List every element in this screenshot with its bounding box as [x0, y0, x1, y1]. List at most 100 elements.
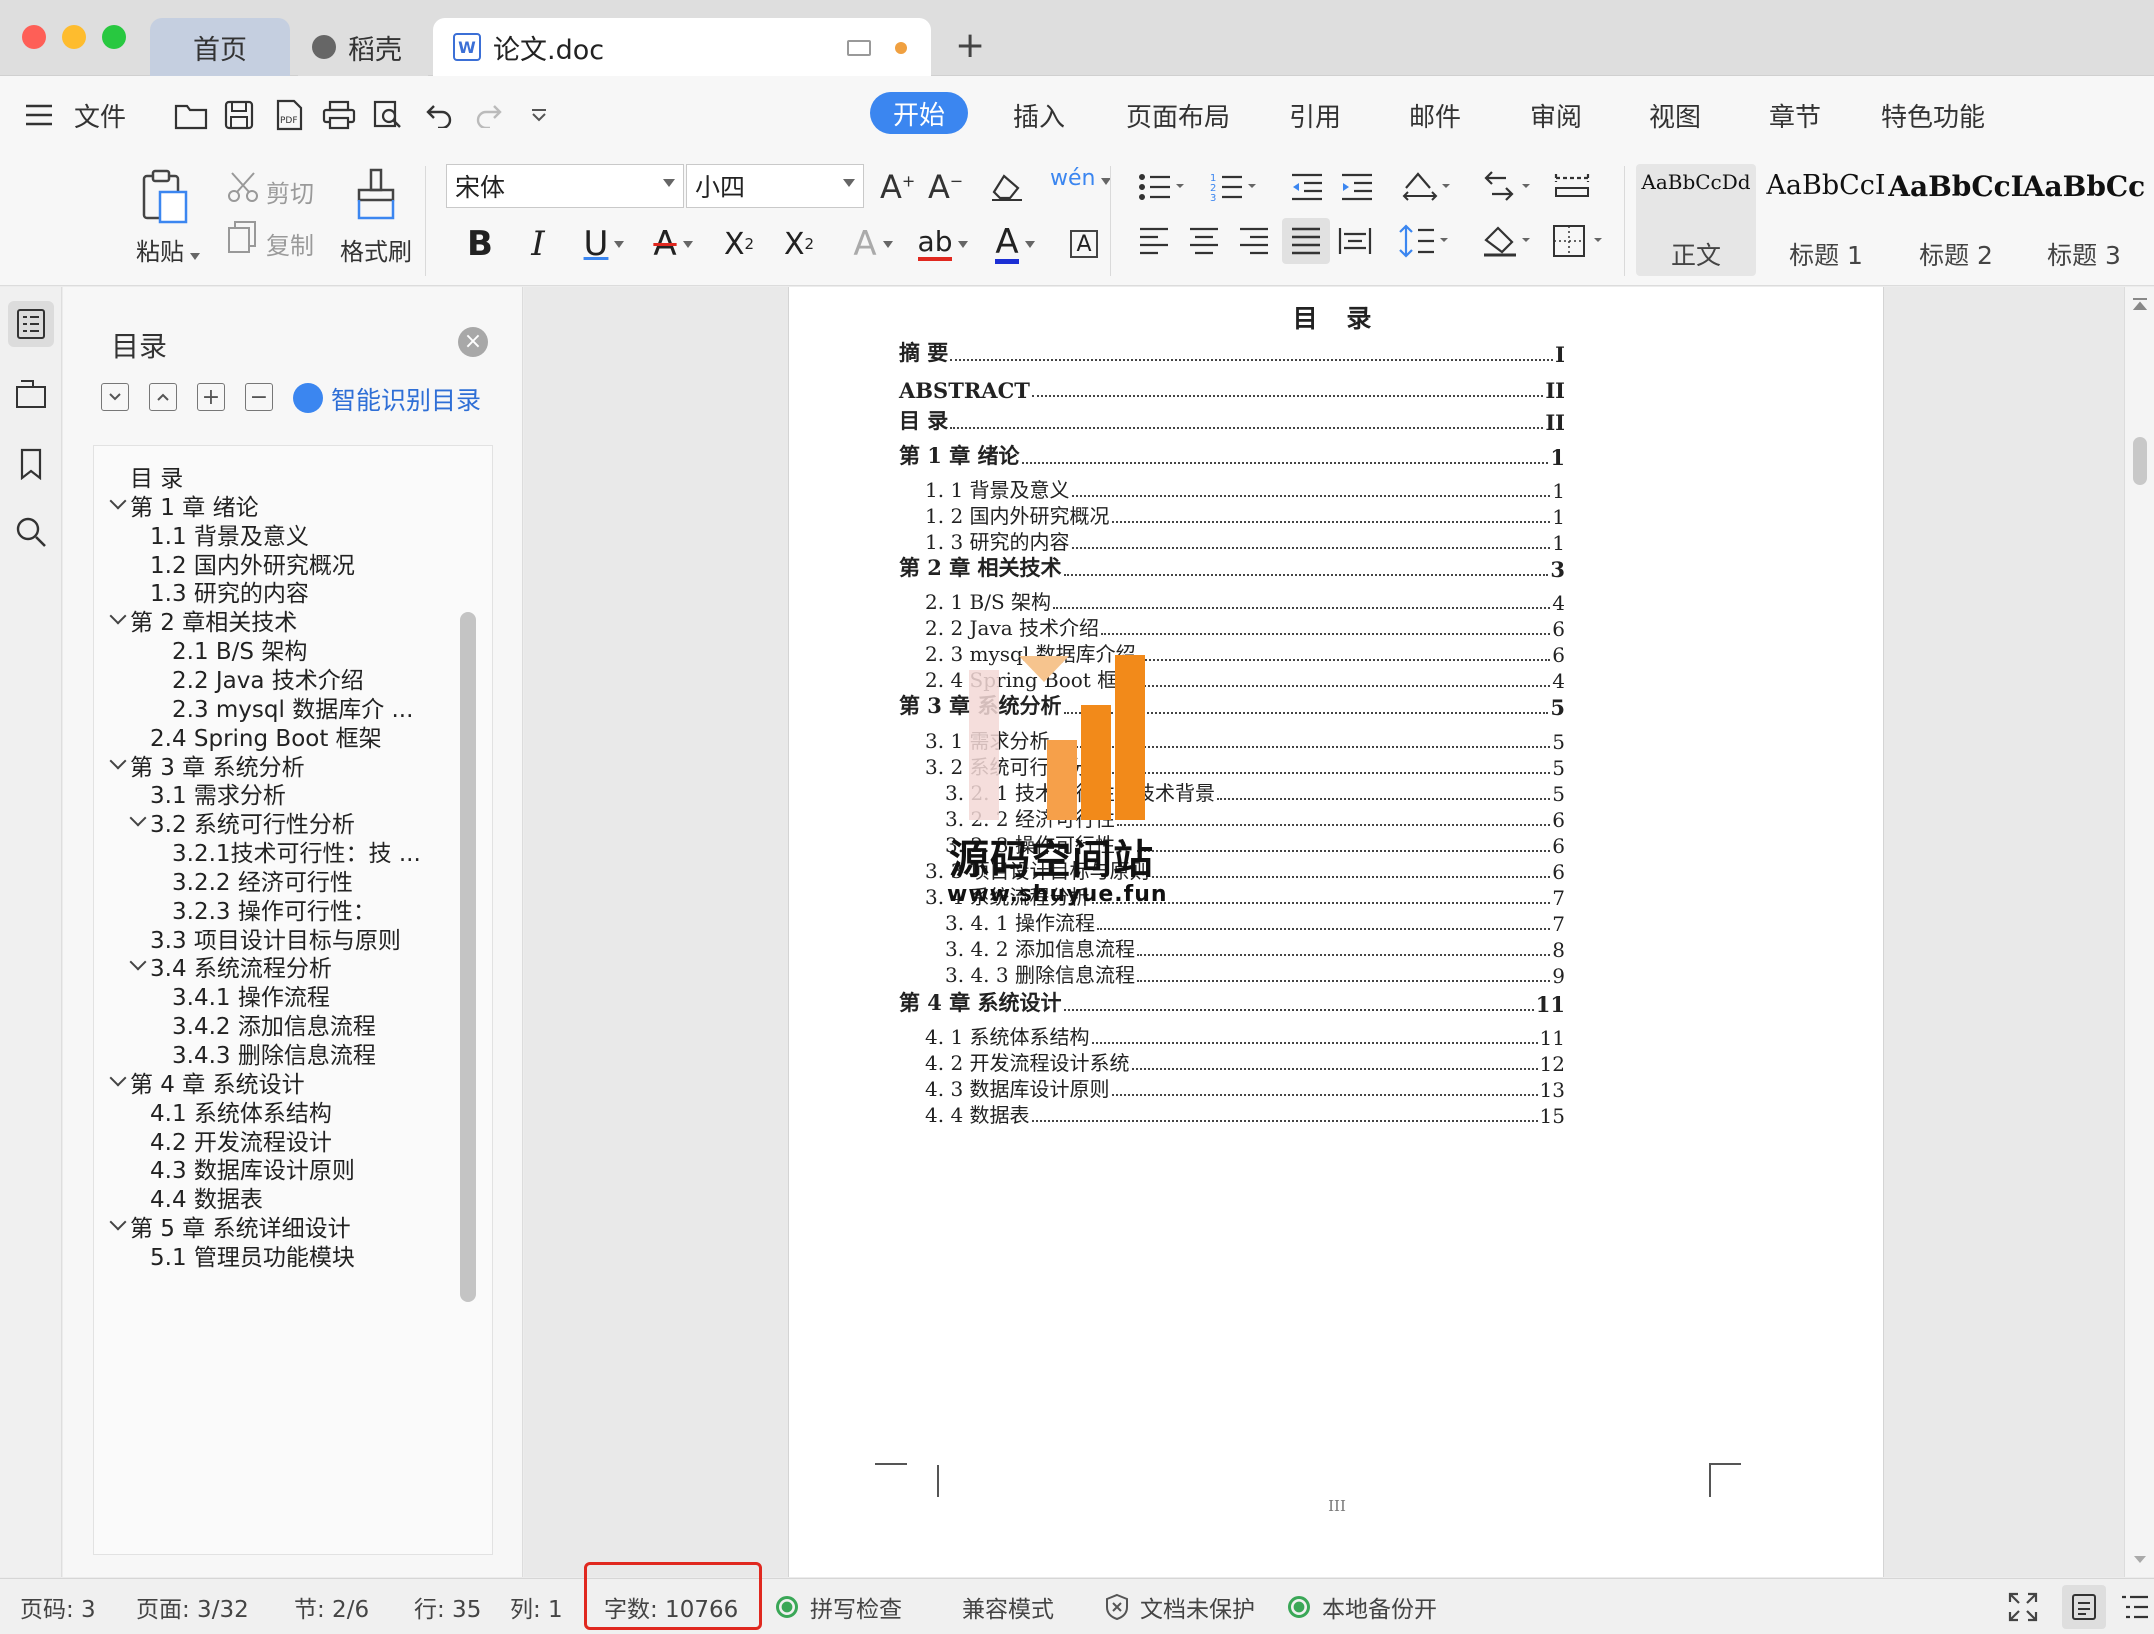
collapse-all-icon[interactable]	[149, 383, 177, 411]
chevron-down-icon[interactable]	[109, 607, 127, 625]
menu-review[interactable]: 审阅	[1530, 76, 1582, 154]
distributed-align-icon[interactable]	[1338, 226, 1372, 260]
line-spacing-icon[interactable]	[1398, 224, 1452, 262]
fullscreen-icon[interactable]	[2008, 1579, 2038, 1634]
toc-entry[interactable]: 1. 3 研究的内容 1	[925, 525, 1565, 555]
align-right-icon[interactable]	[1238, 226, 1270, 260]
justify-icon[interactable]	[1282, 218, 1330, 264]
toc-entry[interactable]: 目 录 II	[899, 405, 1565, 435]
copy-button[interactable]: 复制	[266, 226, 314, 261]
increase-indent-icon[interactable]	[1340, 172, 1374, 206]
customize-toolbar-icon[interactable]	[530, 76, 548, 154]
font-family-select[interactable]: 宋体	[446, 164, 684, 208]
chevron-down-icon[interactable]	[109, 1213, 127, 1231]
toc-entry[interactable]: 4. 4 数据表 15	[925, 1098, 1565, 1128]
style-heading-3[interactable]: AaBbCc 标题 3	[2023, 164, 2145, 276]
expand-all-icon[interactable]	[101, 383, 129, 411]
bookmark-icon[interactable]	[8, 441, 54, 487]
redo-icon[interactable]	[474, 76, 502, 154]
decrease-indent-icon[interactable]	[1290, 172, 1324, 206]
menu-special-features[interactable]: 特色功能	[1881, 76, 1985, 154]
status-page[interactable]: 页面: 3/32	[136, 1579, 249, 1634]
menu-start[interactable]: 开始	[870, 92, 968, 134]
borders-icon[interactable]	[1552, 224, 1606, 262]
scroll-down-icon[interactable]	[2133, 1549, 2147, 1563]
highlight-button[interactable]: ab	[912, 220, 974, 268]
style-heading-1[interactable]: AaBbCcI 标题 1	[1766, 164, 1886, 276]
font-size-select[interactable]: 小四	[686, 164, 864, 208]
remove-level-icon[interactable]: −	[245, 383, 273, 411]
shading-icon[interactable]	[1482, 224, 1534, 262]
close-icon[interactable]: ×	[458, 327, 488, 357]
minimize-window-button[interactable]	[62, 25, 86, 49]
clear-format-icon[interactable]	[990, 172, 1024, 206]
decrease-font-icon[interactable]: A−	[928, 168, 963, 206]
cut-button[interactable]: 剪切	[266, 174, 314, 209]
status-col[interactable]: 列: 1	[510, 1579, 563, 1634]
align-center-icon[interactable]	[1188, 226, 1220, 260]
screen-icon[interactable]	[847, 40, 871, 56]
hamburger-menu-icon[interactable]	[24, 76, 54, 154]
menu-view[interactable]: 视图	[1649, 76, 1701, 154]
protect-button[interactable]: 文档未保护	[1104, 1579, 1255, 1634]
text-direction-icon[interactable]	[1402, 170, 1452, 208]
toc-scrollbar[interactable]	[460, 612, 476, 1302]
font-color-button[interactable]: A	[986, 220, 1044, 268]
chapter-nav-icon[interactable]	[8, 371, 54, 417]
menu-file[interactable]: 文件	[74, 76, 126, 154]
page-view-icon[interactable]	[2062, 1585, 2106, 1629]
toc-tree-item[interactable]: 5.1 管理员功能模块	[94, 1237, 454, 1273]
style-normal[interactable]: AaBbCcDd 正文	[1636, 164, 1756, 276]
add-level-icon[interactable]: +	[197, 383, 225, 411]
phonetic-guide-icon[interactable]: wén	[1050, 166, 1112, 191]
close-window-button[interactable]	[22, 25, 46, 49]
new-tab-button[interactable]: +	[955, 26, 985, 66]
menu-references[interactable]: 引用	[1289, 76, 1341, 154]
status-page-code[interactable]: 页码: 3	[20, 1579, 96, 1634]
toc-entry[interactable]: 摘 要I	[899, 337, 1565, 367]
bold-button[interactable]: B	[460, 220, 500, 268]
underline-button[interactable]: U	[574, 220, 634, 268]
menu-insert[interactable]: 插入	[1013, 76, 1065, 154]
paste-button[interactable]: 粘贴	[136, 232, 200, 267]
export-pdf-icon[interactable]: PDF	[274, 76, 304, 154]
toc-entry[interactable]: 第 2 章 相关技术 3	[899, 552, 1565, 582]
chevron-down-icon[interactable]	[109, 1069, 127, 1087]
cut-icon[interactable]	[226, 170, 260, 208]
italic-button[interactable]: I	[518, 220, 558, 268]
menu-chapter[interactable]: 章节	[1769, 76, 1821, 154]
paste-icon[interactable]	[140, 168, 190, 228]
status-row[interactable]: 行: 35	[414, 1579, 481, 1634]
backup-button[interactable]: 本地备份开	[1288, 1579, 1437, 1634]
chevron-down-icon[interactable]	[129, 809, 147, 827]
align-left-icon[interactable]	[1138, 226, 1170, 260]
copy-icon[interactable]	[226, 220, 258, 258]
subscript-button[interactable]: X2	[776, 220, 822, 268]
style-heading-2[interactable]: AaBbCcI 标题 2	[1888, 164, 2024, 276]
char-border-button[interactable]: A	[1064, 220, 1104, 268]
sort-icon[interactable]	[1484, 170, 1534, 208]
document-page[interactable]: 目 录 摘 要 I ABSTRACT II 目 录 II 第 1 章 绪论 1 1. 1 背景及…	[788, 287, 1884, 1577]
save-icon[interactable]	[224, 76, 254, 154]
toc-entry[interactable]: 第 4 章 系统设计 11	[899, 987, 1565, 1017]
toc-panel-icon[interactable]	[8, 301, 54, 347]
compat-mode-label[interactable]: 兼容模式	[962, 1579, 1054, 1634]
scroll-thumb[interactable]	[2133, 437, 2147, 485]
increase-font-icon[interactable]: A+	[880, 168, 915, 206]
print-preview-icon[interactable]	[372, 76, 404, 154]
status-section[interactable]: 节: 2/6	[294, 1579, 369, 1634]
toc-entry[interactable]: 第 1 章 绪论 1	[899, 440, 1565, 470]
scroll-top-icon[interactable]	[2131, 297, 2149, 315]
outline-view-icon[interactable]	[2120, 1579, 2150, 1634]
spell-check-button[interactable]: 拼写检查	[776, 1579, 902, 1634]
open-folder-icon[interactable]	[174, 76, 208, 154]
undo-icon[interactable]	[426, 76, 454, 154]
tab-document[interactable]: W 论文.doc	[433, 18, 931, 76]
menu-mailings[interactable]: 邮件	[1409, 76, 1461, 154]
smart-toc-button[interactable]: 智能识别目录	[331, 381, 481, 417]
format-painter-button[interactable]: 格式刷	[340, 232, 412, 267]
bullet-list-icon[interactable]	[1138, 172, 1188, 206]
strikethrough-button[interactable]: A	[644, 220, 702, 268]
format-painter-icon[interactable]	[356, 168, 396, 226]
tab-docer[interactable]: 稻壳	[298, 18, 428, 76]
